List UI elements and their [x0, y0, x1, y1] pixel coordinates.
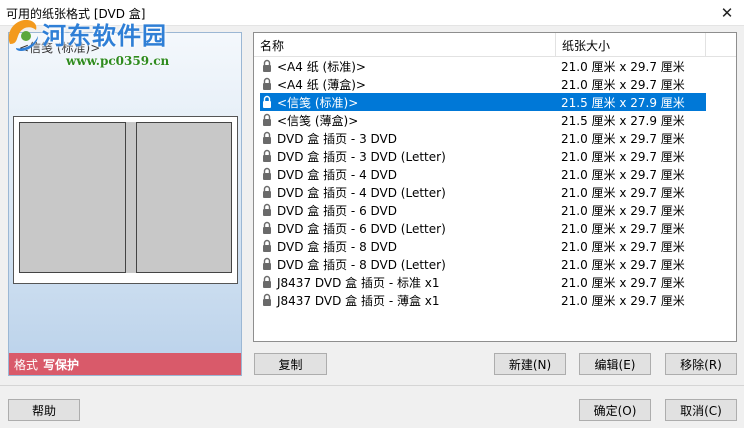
list-item[interactable]: DVD 盒 插页 - 3 DVD (Letter) 21.0 厘米 x 29.7 …	[254, 147, 706, 165]
title-bar: 可用的纸张格式 [DVD 盒] ✕	[0, 0, 744, 26]
lock-icon	[263, 221, 271, 234]
edit-button[interactable]: 编辑(E)	[579, 353, 651, 375]
paper-name: DVD 盒 插页 - 4 DVD (Letter)	[277, 185, 446, 200]
lock-icon	[263, 257, 271, 270]
ok-button[interactable]: 确定(O)	[579, 399, 651, 421]
column-header-size[interactable]: 纸张大小	[556, 33, 706, 57]
lock-icon	[263, 239, 271, 252]
lock-icon	[263, 275, 271, 288]
list-rows: <A4 纸 (标准)> 21.0 厘米 x 29.7 厘米 <A4 纸 (薄盒)> 2…	[254, 57, 736, 309]
new-button[interactable]: 新建(N)	[494, 353, 566, 375]
status-label: 格式	[14, 357, 39, 372]
list-item[interactable]: <A4 纸 (薄盒)> 21.0 厘米 x 29.7 厘米	[254, 75, 706, 93]
list-item[interactable]: <信笺 (标准)> 21.5 厘米 x 27.9 厘米	[260, 93, 706, 111]
paper-name: J8437 DVD 盒 插页 - 薄盒 x1	[277, 293, 440, 308]
window-title: 可用的纸张格式 [DVD 盒]	[6, 7, 146, 21]
paper-name: DVD 盒 插页 - 6 DVD (Letter)	[277, 221, 446, 236]
list-item[interactable]: J8437 DVD 盒 插页 - 标准 x1 21.0 厘米 x 29.7 厘米	[254, 273, 706, 291]
paper-name: DVD 盒 插页 - 8 DVD (Letter)	[277, 257, 446, 272]
paper-name: DVD 盒 插页 - 8 DVD	[277, 239, 397, 254]
dvd-cover-layout	[19, 122, 232, 273]
paper-size: 21.0 厘米 x 29.7 厘米	[561, 275, 685, 290]
list-item[interactable]: DVD 盒 插页 - 6 DVD (Letter) 21.0 厘米 x 29.7 …	[254, 219, 706, 237]
paper-size: 21.5 厘米 x 27.9 厘米	[561, 95, 685, 110]
lock-icon	[263, 59, 271, 72]
list-item[interactable]: DVD 盒 插页 - 4 DVD (Letter) 21.0 厘米 x 29.7 …	[254, 183, 706, 201]
list-item[interactable]: <信笺 (薄盒)> 21.5 厘米 x 27.9 厘米	[254, 111, 706, 129]
paper-size: 21.0 厘米 x 29.7 厘米	[561, 167, 685, 182]
remove-button[interactable]: 移除(R)	[665, 353, 737, 375]
close-icon[interactable]: ✕	[710, 0, 744, 26]
column-header-name[interactable]: 名称	[254, 33, 556, 57]
help-button[interactable]: 帮助	[8, 399, 80, 421]
paper-name: DVD 盒 插页 - 3 DVD (Letter)	[277, 149, 446, 164]
paper-name: <信笺 (标准)>	[277, 95, 359, 110]
status-value: 写保护	[43, 357, 80, 372]
paper-size: 21.5 厘米 x 27.9 厘米	[561, 113, 685, 128]
paper-name: DVD 盒 插页 - 4 DVD	[277, 167, 397, 182]
lock-icon	[263, 185, 271, 198]
paper-name: <A4 纸 (标准)>	[277, 59, 366, 74]
lock-icon	[263, 203, 271, 216]
paper-name: <信笺 (薄盒)>	[277, 113, 359, 128]
lock-icon	[263, 113, 271, 126]
list-item[interactable]: J8437 DVD 盒 插页 - 薄盒 x1 21.0 厘米 x 29.7 厘米	[254, 291, 706, 309]
list-item[interactable]: DVD 盒 插页 - 8 DVD 21.0 厘米 x 29.7 厘米	[254, 237, 706, 255]
paper-size: 21.0 厘米 x 29.7 厘米	[561, 293, 685, 308]
lock-icon	[263, 77, 271, 90]
paper-name: DVD 盒 插页 - 3 DVD	[277, 131, 397, 146]
cancel-button[interactable]: 取消(C)	[665, 399, 737, 421]
format-status-bar: 格式 写保护	[9, 353, 241, 375]
paper-name: DVD 盒 插页 - 6 DVD	[277, 203, 397, 218]
paper-size: 21.0 厘米 x 29.7 厘米	[561, 203, 685, 218]
paper-size: 21.0 厘米 x 29.7 厘米	[561, 257, 685, 272]
paper-size: 21.0 厘米 x 29.7 厘米	[561, 185, 685, 200]
paper-name: <A4 纸 (薄盒)>	[277, 77, 366, 92]
paper-name: J8437 DVD 盒 插页 - 标准 x1	[277, 275, 440, 290]
list-header: 名称 纸张大小	[254, 33, 736, 57]
paper-format-list[interactable]: 名称 纸张大小 <A4 纸 (标准)> 21.0 厘米 x 29.7 厘米 <A4 …	[253, 32, 737, 342]
paper-size: 21.0 厘米 x 29.7 厘米	[561, 77, 685, 92]
list-item[interactable]: DVD 盒 插页 - 6 DVD 21.0 厘米 x 29.7 厘米	[254, 201, 706, 219]
preview-paper-name: <信笺 (标准)>	[19, 41, 101, 55]
paper-size: 21.0 厘米 x 29.7 厘米	[561, 131, 685, 146]
list-item[interactable]: DVD 盒 插页 - 4 DVD 21.0 厘米 x 29.7 厘米	[254, 165, 706, 183]
paper-size: 21.0 厘米 x 29.7 厘米	[561, 149, 685, 164]
paper-sheet-preview	[13, 116, 238, 284]
lock-icon	[263, 95, 271, 108]
footer-divider	[0, 385, 744, 386]
paper-size: 21.0 厘米 x 29.7 厘米	[561, 221, 685, 236]
lock-icon	[263, 167, 271, 180]
dvd-cover-spine	[125, 122, 137, 273]
paper-preview-panel: <信笺 (标准)> 格式 写保护	[8, 32, 242, 376]
paper-size: 21.0 厘米 x 29.7 厘米	[561, 239, 685, 254]
list-item[interactable]: DVD 盒 插页 - 8 DVD (Letter) 21.0 厘米 x 29.7 …	[254, 255, 706, 273]
list-item[interactable]: DVD 盒 插页 - 3 DVD 21.0 厘米 x 29.7 厘米	[254, 129, 706, 147]
paper-size: 21.0 厘米 x 29.7 厘米	[561, 59, 685, 74]
copy-button[interactable]: 复制	[254, 353, 327, 375]
lock-icon	[263, 149, 271, 162]
lock-icon	[263, 293, 271, 306]
list-item[interactable]: <A4 纸 (标准)> 21.0 厘米 x 29.7 厘米	[254, 57, 706, 75]
lock-icon	[263, 131, 271, 144]
